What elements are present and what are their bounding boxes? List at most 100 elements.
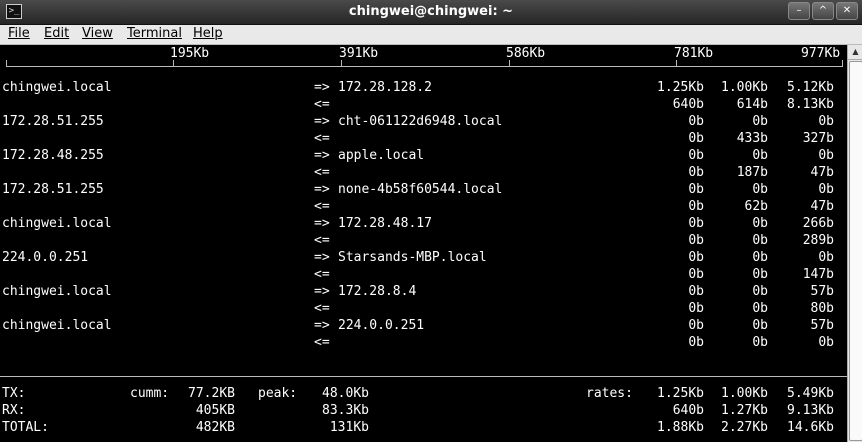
flow-source-host: 224.0.0.251 [2,250,89,265]
flow-out-arrow: => [314,114,330,129]
flow-out-rate: 0b [688,250,704,265]
flow-out-arrow: => [314,284,330,299]
scrollbar-thumb[interactable] [849,61,862,441]
flow-out-rate: 57b [810,284,834,299]
flow-out-rate: 1.25Kb [657,80,704,95]
flow-dest-host: Starsands-MBP.local [338,250,487,265]
totals-separator [0,376,847,377]
flow-out-rate: 0b [752,182,768,197]
flow-dest-host: 172.28.8.4 [338,284,417,299]
scrollbar[interactable]: ▲ [847,45,862,442]
menu-bar: File Edit View Terminal Help [0,25,862,45]
totals-cumm-value: 482KB [195,420,235,435]
flow-in-rate: 0b [688,199,704,214]
peak-label: peak: [258,386,298,401]
scale-tick [842,60,843,67]
flow-in-rate: 0b [688,267,704,282]
flow-in-rate: 289b [802,233,834,248]
totals-rate-value: 1.00Kb [721,386,768,401]
flow-in-rate: 640b [672,97,704,112]
menu-terminal[interactable]: Terminal [127,26,182,41]
menu-file[interactable]: File [8,26,30,41]
flow-out-arrow: => [314,80,330,95]
flow-in-arrow: <= [314,335,330,350]
flow-in-rate: 0b [688,335,704,350]
scroll-up-arrow-icon[interactable]: ▲ [848,45,862,60]
minimize-button[interactable]: – [788,2,810,20]
flow-in-rate: 614b [736,97,768,112]
totals-row-label: RX: [2,403,26,418]
flow-out-rate: 0b [688,182,704,197]
scale-tick [509,60,510,67]
totals-peak-value: 48.0Kb [322,386,369,401]
flow-out-rate: 0b [752,216,768,231]
flow-dest-host: 172.28.48.17 [338,216,432,231]
flow-out-rate: 0b [688,318,704,333]
menu-view[interactable]: View [82,26,113,41]
scale-label: 195Kb [170,46,210,61]
scale-tick [6,60,7,67]
flow-source-host: 172.28.51.255 [2,182,104,197]
flow-in-rate: 0b [688,301,704,316]
menu-help[interactable]: Help [193,26,223,41]
flow-in-rate: 47b [810,165,834,180]
flow-out-rate: 0b [688,284,704,299]
flow-out-rate: 0b [752,148,768,163]
flow-out-rate: 266b [802,216,834,231]
flow-out-rate: 5.12Kb [787,80,834,95]
menu-edit[interactable]: Edit [44,26,69,41]
flow-in-rate: 0b [688,131,704,146]
flow-out-rate: 57b [810,318,834,333]
flow-in-arrow: <= [314,165,330,180]
flow-in-rate: 0b [688,233,704,248]
flow-dest-host: apple.local [338,148,425,163]
terminal-window: >_ chingwei@chingwei: ~ – ^ ✕ File Edit … [0,0,862,442]
rates-label: rates: [586,386,633,401]
flow-out-rate: 0b [818,114,834,129]
totals-rate-value: 640b [672,403,704,418]
flow-source-host: chingwei.local [2,318,112,333]
flow-dest-host: none-4b58f60544.local [338,182,503,197]
flow-source-host: chingwei.local [2,216,112,231]
flow-in-rate: 0b [752,267,768,282]
totals-rate-value: 5.49Kb [787,386,834,401]
cumm-label: cumm: [130,386,170,401]
flow-source-host: 172.28.51.255 [2,114,104,129]
flow-out-rate: 0b [688,114,704,129]
flow-in-rate: 187b [736,165,768,180]
flow-out-rate: 0b [752,318,768,333]
flow-in-arrow: <= [314,267,330,282]
flow-in-arrow: <= [314,199,330,214]
flow-out-rate: 0b [818,250,834,265]
scale-tick [341,60,342,67]
flow-in-rate: 47b [810,199,834,214]
flow-out-rate: 0b [688,148,704,163]
terminal-output[interactable]: 195Kb 391Kb 586Kb 781Kb 977Kb chingwei.l… [0,45,847,442]
totals-rate-value: 9.13Kb [787,403,834,418]
totals-rate-value: 14.6Kb [787,420,834,435]
flow-in-rate: 62b [744,199,768,214]
close-button[interactable]: ✕ [836,2,858,20]
totals-cumm-value: 77.2KB [188,386,235,401]
flow-out-arrow: => [314,216,330,231]
flow-in-rate: 0b [688,165,704,180]
maximize-button[interactable]: ^ [812,2,834,20]
flow-in-rate: 0b [818,335,834,350]
scale-label: 977Kb [801,46,841,61]
flow-out-rate: 0b [818,148,834,163]
flow-out-arrow: => [314,318,330,333]
flow-in-rate: 8.13Kb [787,97,834,112]
flow-out-rate: 0b [752,250,768,265]
flow-in-rate: 0b [752,301,768,316]
title-bar[interactable]: >_ chingwei@chingwei: ~ – ^ ✕ [0,0,862,25]
flow-out-rate: 1.00Kb [721,80,768,95]
totals-rate-value: 2.27Kb [721,420,768,435]
flow-in-rate: 0b [752,233,768,248]
flow-in-rate: 327b [802,131,834,146]
scale-tick [173,60,174,67]
totals-rate-value: 1.25Kb [657,386,704,401]
flow-source-host: 172.28.48.255 [2,148,104,163]
totals-rate-value: 1.27Kb [721,403,768,418]
scale-tick [676,60,677,67]
scale-label: 391Kb [339,46,379,61]
